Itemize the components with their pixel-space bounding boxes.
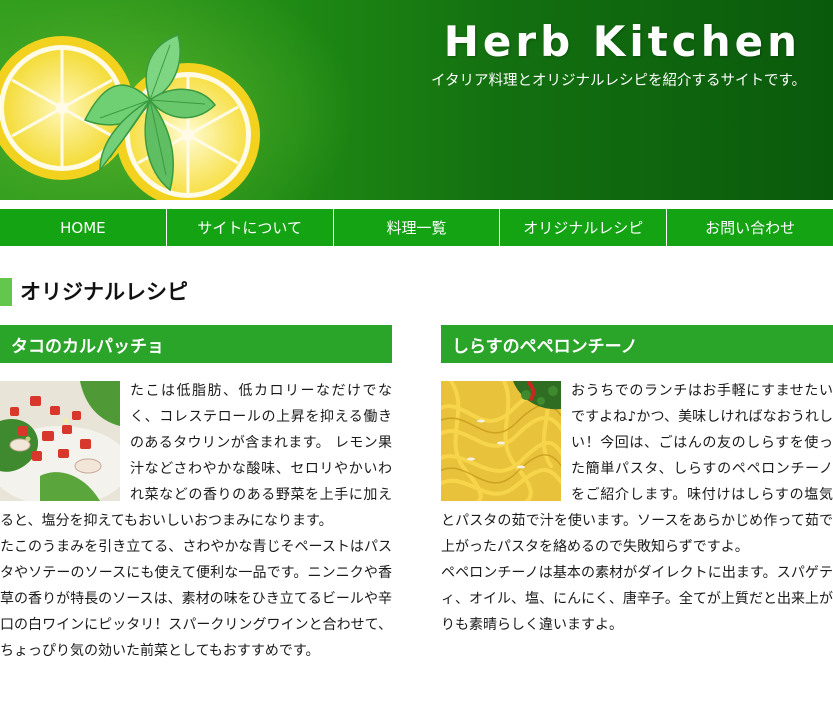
article-paragraph: たこのうまみを引き立てる、さわやかな青じそペーストはパスタやソテーのソースにも使… (0, 539, 392, 659)
article-title: タコのカルパッチョ (0, 325, 392, 363)
page-title: オリジナルレシピ (20, 280, 188, 304)
recipe-article-shirasu: しらすのペペロンチーノ おうちでのランチはお手軽にすませたいですよね♪かつ、美味… (441, 325, 833, 638)
article-body: たこは低脂肪、低カロリーなだけでなく、コレステロールの上昇を抑える働きのあるタウ… (0, 378, 392, 664)
nav-item-about[interactable]: サイトについて (167, 209, 334, 246)
lemon-slice-right (116, 63, 260, 200)
page-heading: オリジナルレシピ (0, 278, 188, 306)
nav-item-home[interactable]: HOME (0, 209, 167, 246)
octopus-carpaccio-photo (0, 381, 120, 501)
site-title: Herb Kitchen (443, 17, 801, 66)
nav-item-contact[interactable]: お問い合わせ (667, 209, 833, 246)
article-paragraph: ペペロンチーノは基本の素材がダイレクトに出ます。スパゲティ、オイル、塩、にんにく… (441, 565, 833, 633)
recipe-article-octopus: タコのカルパッチョ たこは低脂肪、低カロリーなだけでなく、コレステロールの上昇を… (0, 325, 392, 664)
nav-item-original-recipes[interactable]: オリジナルレシピ (500, 209, 668, 246)
article-title: しらすのペペロンチーノ (441, 325, 833, 363)
nav-item-dish-list[interactable]: 料理一覧 (334, 209, 501, 246)
heading-accent-bar (0, 278, 12, 306)
shirasu-peperoncino-photo (441, 381, 561, 501)
main-navigation: HOME サイトについて 料理一覧 オリジナルレシピ お問い合わせ (0, 209, 833, 246)
lemon-slices-with-mint-image (0, 34, 260, 200)
site-header: Herb Kitchen イタリア料理とオリジナルレシピを紹介するサイトです。 (0, 0, 833, 200)
site-tagline: イタリア料理とオリジナルレシピを紹介するサイトです。 (431, 73, 806, 89)
article-body: おうちでのランチはお手軽にすませたいですよね♪かつ、美味しければなおうれしい！今… (441, 378, 833, 638)
